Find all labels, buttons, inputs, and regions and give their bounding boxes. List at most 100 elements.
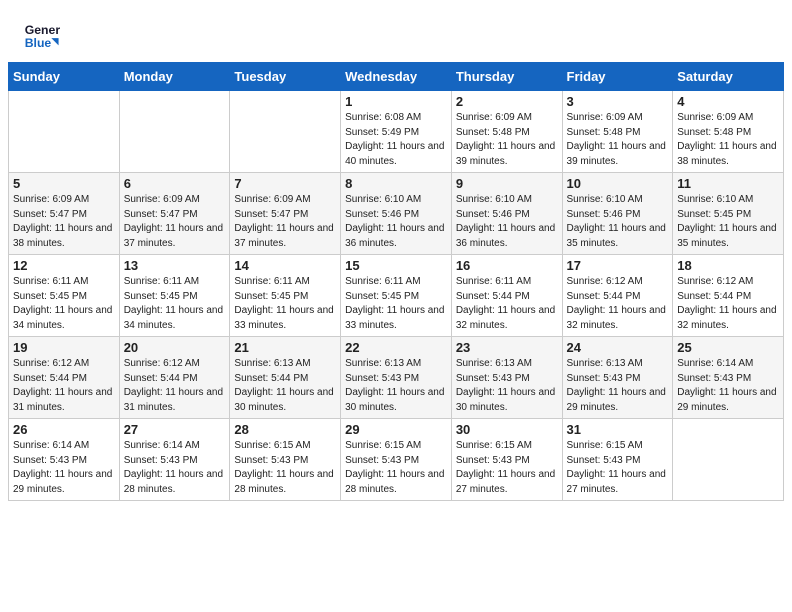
calendar-cell xyxy=(230,91,341,173)
calendar-cell: 11Sunrise: 6:10 AM Sunset: 5:45 PM Dayli… xyxy=(673,173,784,255)
cell-sun-info: Sunrise: 6:13 AM Sunset: 5:43 PM Dayligh… xyxy=(345,357,447,415)
calendar-week-3: 12 Sunrise: 6:11 AM Sunset: 5:45 PM Dayli… xyxy=(9,255,784,337)
svg-text:General: General xyxy=(25,23,60,37)
calendar-cell: 12 Sunrise: 6:11 AM Sunset: 5:45 PM Dayli… xyxy=(9,255,120,337)
logo: General Blue xyxy=(24,18,60,54)
day-header-sunday: Sunday xyxy=(9,63,120,91)
calendar-cell: 20Sunrise: 6:12 AM Sunset: 5:44 PM Dayli… xyxy=(119,337,230,419)
calendar-cell: 28 Sunrise: 6:15 AM Sunset: 5:43 PM Dayli… xyxy=(230,419,341,501)
calendar-cell: 21Sunrise: 6:13 AM Sunset: 5:44 PM Dayli… xyxy=(230,337,341,419)
day-number: 11 xyxy=(677,176,779,191)
day-number: 26 xyxy=(13,422,115,437)
cell-sun-info: Sunrise: 6:15 AM Sunset: 5:43 PM Dayligh… xyxy=(345,439,447,497)
calendar-cell: 13 Sunrise: 6:11 AM Sunset: 5:45 PM Dayli… xyxy=(119,255,230,337)
day-number: 17 xyxy=(567,258,669,273)
cell-sun-info: Sunrise: 6:10 AM Sunset: 5:46 PM Dayligh… xyxy=(345,193,447,251)
cell-sun-info: Sunrise: 6:11 AM Sunset: 5:45 PM Dayligh… xyxy=(13,275,115,333)
calendar-week-5: 26 Sunrise: 6:14 AM Sunset: 5:43 PM Dayli… xyxy=(9,419,784,501)
day-header-monday: Monday xyxy=(119,63,230,91)
calendar-cell: 8 Sunrise: 6:10 AM Sunset: 5:46 PM Daylig… xyxy=(341,173,452,255)
day-number: 23 xyxy=(456,340,558,355)
calendar-cell: 27Sunrise: 6:14 AM Sunset: 5:43 PM Dayli… xyxy=(119,419,230,501)
calendar-cell: 17 Sunrise: 6:12 AM Sunset: 5:44 PM Dayli… xyxy=(562,255,673,337)
day-number: 21 xyxy=(234,340,336,355)
cell-sun-info: Sunrise: 6:10 AM Sunset: 5:46 PM Dayligh… xyxy=(567,193,669,251)
day-number: 28 xyxy=(234,422,336,437)
calendar-cell: 29 Sunrise: 6:15 AM Sunset: 5:43 PM Dayli… xyxy=(341,419,452,501)
cell-sun-info: Sunrise: 6:09 AM Sunset: 5:47 PM Dayligh… xyxy=(234,193,336,251)
day-number: 12 xyxy=(13,258,115,273)
calendar-header-row: SundayMondayTuesdayWednesdayThursdayFrid… xyxy=(9,63,784,91)
cell-sun-info: Sunrise: 6:11 AM Sunset: 5:44 PM Dayligh… xyxy=(456,275,558,333)
day-number: 19 xyxy=(13,340,115,355)
cell-sun-info: Sunrise: 6:15 AM Sunset: 5:43 PM Dayligh… xyxy=(234,439,336,497)
cell-sun-info: Sunrise: 6:12 AM Sunset: 5:44 PM Dayligh… xyxy=(567,275,669,333)
logo-svg: General Blue xyxy=(24,18,60,54)
cell-sun-info: Sunrise: 6:13 AM Sunset: 5:43 PM Dayligh… xyxy=(456,357,558,415)
calendar-table: SundayMondayTuesdayWednesdayThursdayFrid… xyxy=(8,62,784,501)
calendar-cell: 9 Sunrise: 6:10 AM Sunset: 5:46 PM Daylig… xyxy=(451,173,562,255)
cell-sun-info: Sunrise: 6:11 AM Sunset: 5:45 PM Dayligh… xyxy=(124,275,226,333)
calendar-cell: 6Sunrise: 6:09 AM Sunset: 5:47 PM Daylig… xyxy=(119,173,230,255)
cell-sun-info: Sunrise: 6:11 AM Sunset: 5:45 PM Dayligh… xyxy=(345,275,447,333)
day-number: 18 xyxy=(677,258,779,273)
day-number: 29 xyxy=(345,422,447,437)
cell-sun-info: Sunrise: 6:14 AM Sunset: 5:43 PM Dayligh… xyxy=(13,439,115,497)
day-number: 13 xyxy=(124,258,226,273)
day-number: 2 xyxy=(456,94,558,109)
calendar-cell: 1Sunrise: 6:08 AM Sunset: 5:49 PM Daylig… xyxy=(341,91,452,173)
cell-sun-info: Sunrise: 6:10 AM Sunset: 5:46 PM Dayligh… xyxy=(456,193,558,251)
page-header: General Blue xyxy=(0,0,792,62)
calendar-cell: 23 Sunrise: 6:13 AM Sunset: 5:43 PM Dayli… xyxy=(451,337,562,419)
calendar-cell: 4 Sunrise: 6:09 AM Sunset: 5:48 PM Daylig… xyxy=(673,91,784,173)
day-header-friday: Friday xyxy=(562,63,673,91)
calendar-cell: 22 Sunrise: 6:13 AM Sunset: 5:43 PM Dayli… xyxy=(341,337,452,419)
calendar-cell: 24 Sunrise: 6:13 AM Sunset: 5:43 PM Dayli… xyxy=(562,337,673,419)
day-number: 24 xyxy=(567,340,669,355)
day-number: 25 xyxy=(677,340,779,355)
day-number: 8 xyxy=(345,176,447,191)
cell-sun-info: Sunrise: 6:09 AM Sunset: 5:48 PM Dayligh… xyxy=(456,111,558,169)
day-header-wednesday: Wednesday xyxy=(341,63,452,91)
calendar-cell: 10 Sunrise: 6:10 AM Sunset: 5:46 PM Dayli… xyxy=(562,173,673,255)
day-number: 4 xyxy=(677,94,779,109)
cell-sun-info: Sunrise: 6:09 AM Sunset: 5:47 PM Dayligh… xyxy=(13,193,115,251)
day-number: 9 xyxy=(456,176,558,191)
cell-sun-info: Sunrise: 6:14 AM Sunset: 5:43 PM Dayligh… xyxy=(677,357,779,415)
day-header-tuesday: Tuesday xyxy=(230,63,341,91)
calendar-week-1: 1Sunrise: 6:08 AM Sunset: 5:49 PM Daylig… xyxy=(9,91,784,173)
day-number: 15 xyxy=(345,258,447,273)
calendar-cell: 16Sunrise: 6:11 AM Sunset: 5:44 PM Dayli… xyxy=(451,255,562,337)
cell-sun-info: Sunrise: 6:09 AM Sunset: 5:47 PM Dayligh… xyxy=(124,193,226,251)
calendar-body: 1Sunrise: 6:08 AM Sunset: 5:49 PM Daylig… xyxy=(9,91,784,501)
cell-sun-info: Sunrise: 6:12 AM Sunset: 5:44 PM Dayligh… xyxy=(124,357,226,415)
calendar-cell: 19 Sunrise: 6:12 AM Sunset: 5:44 PM Dayli… xyxy=(9,337,120,419)
calendar-cell: 7 Sunrise: 6:09 AM Sunset: 5:47 PM Daylig… xyxy=(230,173,341,255)
day-number: 30 xyxy=(456,422,558,437)
cell-sun-info: Sunrise: 6:12 AM Sunset: 5:44 PM Dayligh… xyxy=(677,275,779,333)
calendar-cell: 15 Sunrise: 6:11 AM Sunset: 5:45 PM Dayli… xyxy=(341,255,452,337)
calendar-week-2: 5 Sunrise: 6:09 AM Sunset: 5:47 PM Daylig… xyxy=(9,173,784,255)
day-number: 22 xyxy=(345,340,447,355)
cell-sun-info: Sunrise: 6:09 AM Sunset: 5:48 PM Dayligh… xyxy=(567,111,669,169)
day-number: 7 xyxy=(234,176,336,191)
calendar-cell xyxy=(673,419,784,501)
day-header-saturday: Saturday xyxy=(673,63,784,91)
calendar-cell: 18 Sunrise: 6:12 AM Sunset: 5:44 PM Dayli… xyxy=(673,255,784,337)
cell-sun-info: Sunrise: 6:12 AM Sunset: 5:44 PM Dayligh… xyxy=(13,357,115,415)
cell-sun-info: Sunrise: 6:11 AM Sunset: 5:45 PM Dayligh… xyxy=(234,275,336,333)
cell-sun-info: Sunrise: 6:13 AM Sunset: 5:43 PM Dayligh… xyxy=(567,357,669,415)
day-header-thursday: Thursday xyxy=(451,63,562,91)
cell-sun-info: Sunrise: 6:09 AM Sunset: 5:48 PM Dayligh… xyxy=(677,111,779,169)
cell-sun-info: Sunrise: 6:14 AM Sunset: 5:43 PM Dayligh… xyxy=(124,439,226,497)
day-number: 14 xyxy=(234,258,336,273)
day-number: 5 xyxy=(13,176,115,191)
cell-sun-info: Sunrise: 6:15 AM Sunset: 5:43 PM Dayligh… xyxy=(567,439,669,497)
day-number: 3 xyxy=(567,94,669,109)
calendar-cell: 3 Sunrise: 6:09 AM Sunset: 5:48 PM Daylig… xyxy=(562,91,673,173)
day-number: 10 xyxy=(567,176,669,191)
svg-text:Blue: Blue xyxy=(25,36,52,50)
calendar-week-4: 19 Sunrise: 6:12 AM Sunset: 5:44 PM Dayli… xyxy=(9,337,784,419)
day-number: 31 xyxy=(567,422,669,437)
calendar-cell: 26 Sunrise: 6:14 AM Sunset: 5:43 PM Dayli… xyxy=(9,419,120,501)
